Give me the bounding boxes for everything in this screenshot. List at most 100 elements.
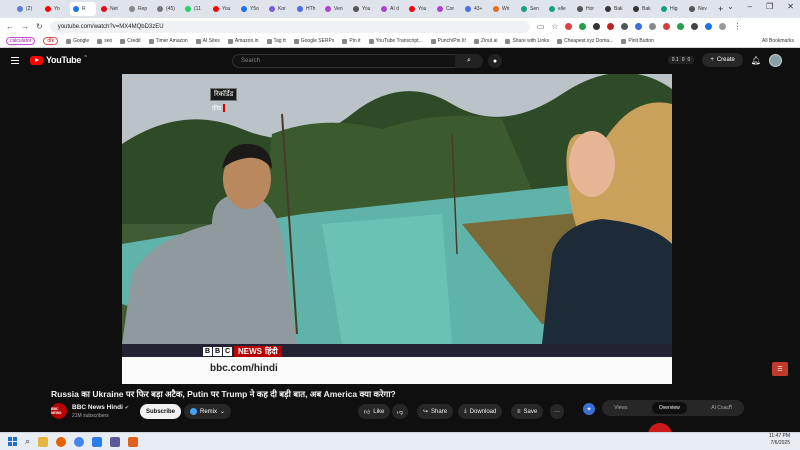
extension-icon[interactable] — [565, 23, 573, 30]
firefox-icon[interactable] — [56, 436, 67, 447]
maximize-button[interactable]: ❐ — [766, 2, 773, 11]
more-actions-button[interactable]: ··· — [550, 404, 564, 419]
tab-views[interactable]: Views — [614, 405, 627, 411]
browser-tab[interactable]: 43+ — [462, 2, 488, 16]
browser-tab[interactable]: Bak — [630, 2, 656, 16]
browser-tab[interactable]: Nev — [686, 2, 712, 16]
bookmark-item[interactable]: calculator — [6, 37, 36, 45]
chrome-icon[interactable] — [74, 436, 85, 447]
minimize-button[interactable]: – — [748, 2, 752, 11]
search-icon[interactable]: ⌕ — [25, 436, 30, 447]
assistant-icon[interactable]: ✦ — [583, 403, 595, 415]
bookmark-item[interactable]: Punch/Pin It! — [430, 38, 466, 44]
all-bookmarks-button[interactable]: All Bookmarks — [762, 38, 794, 44]
browser-tab[interactable]: You — [406, 2, 432, 16]
extension-stats-widget[interactable]: 0.1 0 0 — [667, 56, 695, 64]
bookmark-item[interactable]: seo — [97, 38, 112, 44]
bookmark-item[interactable]: AI Sites — [195, 38, 220, 44]
hamburger-menu-icon[interactable] — [11, 57, 19, 64]
channel-name[interactable]: BBC News Hindi ✔ — [72, 404, 129, 411]
browser-tab[interactable]: Hor — [574, 2, 600, 16]
channel-avatar[interactable]: BBC NEWS — [51, 403, 67, 419]
browser-tab[interactable]: Ven — [322, 2, 348, 16]
voice-search-button[interactable]: ● — [488, 54, 502, 68]
bookmark-item[interactable]: Credit — [120, 38, 141, 44]
cast-icon[interactable]: ▭ — [537, 22, 545, 31]
profile-icon[interactable] — [719, 23, 727, 30]
extension-icon[interactable] — [607, 23, 615, 30]
browser-tab[interactable]: Cor — [434, 2, 460, 16]
taskbar-clock[interactable]: 11:47 PM 7/6/2025 — [769, 433, 790, 447]
windows-start-icon[interactable] — [8, 437, 17, 446]
bookmark-item[interactable]: Tag tt — [266, 38, 286, 44]
extension-icon[interactable] — [677, 23, 685, 30]
browser-tab[interactable]: (11 — [182, 2, 208, 16]
remix-button[interactable]: Remix ⌄ — [184, 404, 232, 419]
bookmark-star-icon[interactable]: ☆ — [551, 22, 558, 31]
vscode-icon[interactable] — [92, 436, 103, 447]
tab-search-icon[interactable]: ⌄ — [727, 2, 734, 11]
extension-icon[interactable] — [635, 23, 643, 30]
extension-icon[interactable] — [663, 23, 671, 30]
reload-icon[interactable]: ↻ — [36, 22, 43, 31]
bookmark-item[interactable]: Pinit Button — [621, 38, 654, 44]
browser-tab[interactable]: Hig — [658, 2, 684, 16]
browser-tab[interactable]: Kor — [266, 2, 292, 16]
bookmark-item[interactable]: YouTube Transcript... — [368, 38, 423, 44]
app-icon[interactable] — [110, 436, 121, 447]
extension-icon[interactable] — [649, 23, 657, 30]
account-avatar[interactable] — [769, 53, 782, 67]
extension-icon[interactable] — [593, 23, 601, 30]
back-icon[interactable]: ← — [6, 22, 14, 31]
save-button[interactable]: ≡ Save — [511, 404, 544, 419]
youtube-logo[interactable]: YouTube IN — [30, 54, 87, 65]
bookmark-item[interactable]: Google — [66, 38, 89, 44]
app-icon[interactable] — [128, 436, 139, 447]
browser-tab[interactable]: Rep — [126, 2, 152, 16]
bookmark-item[interactable]: dfk — [43, 37, 59, 45]
new-tab-button[interactable]: + — [718, 4, 723, 14]
browser-tab[interactable]: (2) — [14, 2, 40, 16]
browser-tab[interactable]: Sen — [518, 2, 544, 16]
browser-tab[interactable]: You — [350, 2, 376, 16]
close-window-button[interactable]: ✕ — [787, 2, 794, 11]
url-field[interactable]: youtube.com/watch?v=MX4MQbD3zEU — [49, 20, 530, 33]
forward-icon[interactable]: → — [21, 22, 29, 31]
subscribe-button[interactable]: Subscribe — [140, 404, 182, 419]
browser-tab[interactable]: You — [210, 2, 236, 16]
like-button[interactable]: 👍︎ Like — [358, 404, 391, 419]
bookmark-item[interactable]: Google SERPs — [293, 38, 334, 44]
dislike-button[interactable]: 👎︎ — [392, 404, 409, 419]
download-button[interactable]: ⤓ Download — [458, 404, 503, 419]
search-button[interactable]: ⌕ — [455, 54, 483, 68]
browser-tab[interactable]: Y5o — [238, 2, 264, 16]
file-explorer-icon[interactable] — [38, 436, 49, 447]
chevron-up-icon[interactable]: ⌃ — [728, 404, 733, 411]
browser-tab[interactable]: Wri — [490, 2, 516, 16]
extension-icon[interactable] — [621, 23, 629, 30]
extension-icon[interactable] — [691, 23, 699, 30]
browser-tab[interactable]: HTh — [294, 2, 320, 16]
floating-extension-icon[interactable]: ☰ — [772, 362, 788, 376]
browser-tab[interactable]: Net — [98, 2, 124, 16]
bookmark-item[interactable]: Timer Amazon — [148, 38, 188, 44]
bookmark-item[interactable]: Share with Links — [505, 38, 549, 44]
search-input[interactable]: Search — [232, 54, 482, 68]
extension-icon[interactable] — [705, 23, 713, 30]
video-player[interactable]: रिकॉर्डेड फ़ीड B B C NEWS हिंदी bbc.com/… — [122, 74, 672, 384]
browser-tab[interactable]: Yo — [42, 2, 68, 16]
bookmark-item[interactable]: Pin it — [342, 38, 361, 44]
create-button[interactable]: + Create — [702, 53, 743, 67]
browser-tab[interactable]: (45) — [154, 2, 180, 16]
extension-icon[interactable] — [579, 23, 587, 30]
bookmark-item[interactable]: Amazon.in — [227, 38, 259, 44]
bookmark-item[interactable]: Cheapest.xyz Doma... — [557, 38, 613, 44]
tab-overview[interactable]: Overview — [651, 402, 687, 414]
share-button[interactable]: ↪ Share — [417, 404, 454, 419]
browser-tab[interactable]: elle — [546, 2, 572, 16]
notifications-bell-icon[interactable]: 🔔︎ — [751, 56, 761, 65]
menu-kebab-icon[interactable]: ⋮ — [733, 22, 741, 31]
browser-tab[interactable]: Bak — [602, 2, 628, 16]
browser-tab[interactable]: AI d — [378, 2, 404, 16]
bookmark-item[interactable]: Zinut ai — [474, 38, 497, 44]
